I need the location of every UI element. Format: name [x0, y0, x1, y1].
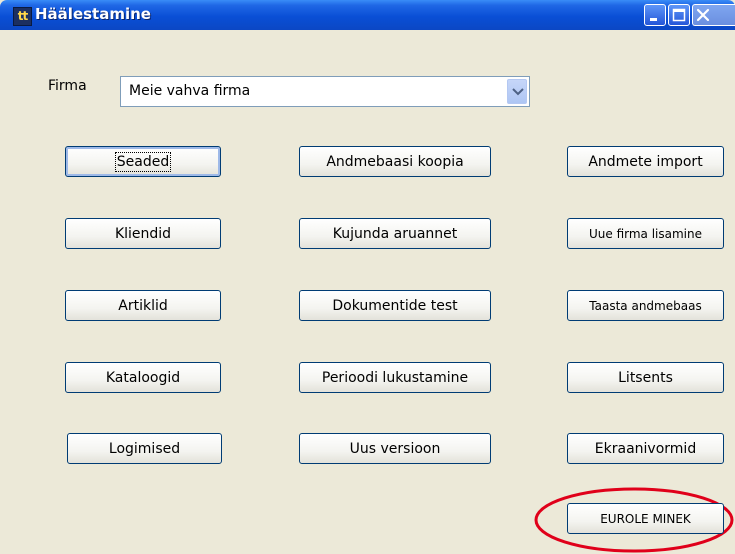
- taasta-andmebaas-button-label: Taasta andmebaas: [589, 298, 702, 313]
- taasta-andmebaas-button[interactable]: Taasta andmebaas: [567, 290, 724, 321]
- dokumentide-test-button-label: Dokumentide test: [332, 297, 458, 314]
- eurole-minek-button-label: EUROLE MINEK: [600, 511, 691, 526]
- maximize-button[interactable]: [668, 4, 690, 26]
- app-icon: tt: [13, 7, 32, 26]
- perioodi-lukustamine-button[interactable]: Perioodi lukustamine: [299, 362, 491, 393]
- uus-versioon-button[interactable]: Uus versioon: [299, 433, 491, 464]
- kliendid-button-label: Kliendid: [114, 225, 172, 242]
- uus-versioon-button-label: Uus versioon: [349, 440, 441, 457]
- close-button[interactable]: [692, 4, 735, 26]
- firma-select-dropdown-button[interactable]: [507, 79, 527, 104]
- uue-firma-lisamine-button[interactable]: Uue firma lisamine: [567, 218, 724, 249]
- firma-select-value: Meie vahva firma: [129, 83, 251, 99]
- title-bar[interactable]: tt Häälestamine: [0, 0, 735, 30]
- seaded-button[interactable]: Seaded: [65, 146, 221, 177]
- kataloogid-button[interactable]: Kataloogid: [65, 362, 221, 393]
- settings-window: tt Häälestamine Firma Meie vahva firma S…: [0, 0, 735, 554]
- logimised-button[interactable]: Logimised: [67, 433, 222, 464]
- andmete-import-button-label: Andmete import: [588, 153, 703, 170]
- litsents-button[interactable]: Litsents: [567, 362, 724, 393]
- andmebaasi-koopia-button[interactable]: Andmebaasi koopia: [299, 146, 491, 177]
- kujunda-aruannet-button[interactable]: Kujunda aruannet: [299, 218, 491, 249]
- firma-label: Firma: [48, 78, 87, 94]
- logimised-button-label: Logimised: [108, 440, 181, 457]
- chevron-down-icon: [512, 88, 524, 96]
- artiklid-button-label: Artiklid: [118, 297, 168, 314]
- dokumentide-test-button[interactable]: Dokumentide test: [299, 290, 491, 321]
- kujunda-aruannet-button-label: Kujunda aruannet: [332, 225, 458, 242]
- firma-select[interactable]: Meie vahva firma: [120, 76, 530, 107]
- eurole-minek-button[interactable]: EUROLE MINEK: [567, 503, 724, 534]
- andmebaasi-koopia-button-label: Andmebaasi koopia: [326, 153, 464, 170]
- kliendid-button[interactable]: Kliendid: [65, 218, 221, 249]
- andmete-import-button[interactable]: Andmete import: [567, 146, 724, 177]
- uue-firma-lisamine-button-label: Uue firma lisamine: [588, 226, 702, 241]
- kataloogid-button-label: Kataloogid: [105, 369, 181, 386]
- maximize-icon: [672, 8, 686, 22]
- close-icon: [696, 8, 710, 22]
- minimize-icon: [650, 18, 657, 21]
- artiklid-button[interactable]: Artiklid: [65, 290, 221, 321]
- perioodi-lukustamine-button-label: Perioodi lukustamine: [321, 369, 469, 386]
- ekraanivormid-button[interactable]: Ekraanivormid: [567, 433, 724, 464]
- seaded-button-label: Seaded: [114, 151, 172, 172]
- ekraanivormid-button-label: Ekraanivormid: [594, 440, 697, 457]
- window-title: Häälestamine: [35, 5, 151, 23]
- minimize-button[interactable]: [644, 4, 666, 26]
- litsents-button-label: Litsents: [618, 369, 673, 386]
